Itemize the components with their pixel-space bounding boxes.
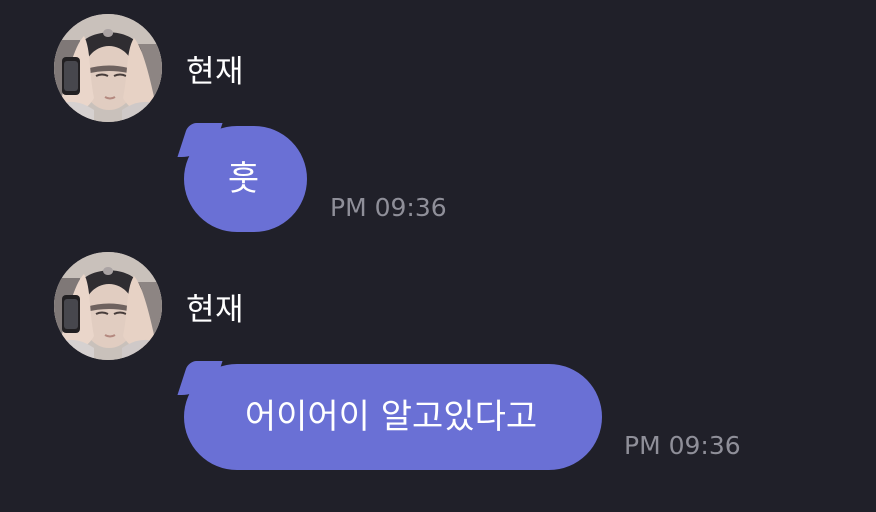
sender-name: 현재 bbox=[186, 292, 245, 328]
message-timestamp: PM 09:36 bbox=[624, 431, 741, 460]
profile-photo-icon bbox=[54, 252, 162, 360]
sender-avatar[interactable] bbox=[54, 14, 162, 122]
sender-avatar[interactable] bbox=[54, 252, 162, 360]
sender-name: 현재 bbox=[186, 54, 245, 90]
message-bubble[interactable]: 훗 bbox=[184, 126, 307, 232]
message-group: 현재 훗 PM 09:36 bbox=[0, 10, 876, 240]
message-timestamp: PM 09:36 bbox=[330, 193, 447, 222]
message-bubble[interactable]: 어이어이 알고있다고 bbox=[184, 364, 602, 470]
chat-transcript: 현재 훗 PM 09:36 현재 어이어이 알고있다고 PM 09:36 bbox=[0, 0, 876, 512]
message-group: 현재 어이어이 알고있다고 PM 09:36 bbox=[0, 248, 876, 478]
profile-photo-icon bbox=[54, 14, 162, 122]
